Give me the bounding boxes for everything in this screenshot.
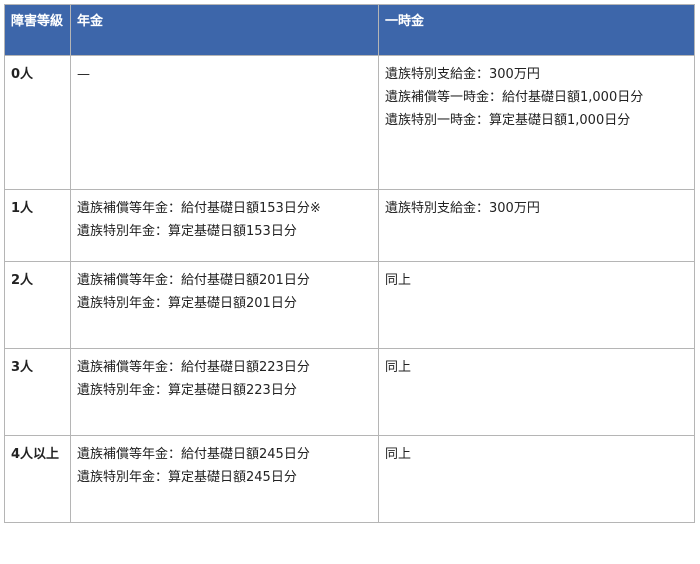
lump-sum-line: 同上 [385, 447, 412, 462]
table-row: 0人 — 遺族特別支給金：300万円 遺族補償等一時金：給付基礎日額1,000日… [4, 55, 695, 190]
table-row: 2人 遺族補償等年金：給付基礎日額201日分 遺族特別年金：算定基礎日額201日… [4, 261, 695, 349]
lump-sum-line: 遺族特別支給金：300万円 [385, 201, 540, 216]
pension-cell: 遺族補償等年金：給付基礎日額153日分※ 遺族特別年金：算定基礎日額153日分 [70, 189, 379, 262]
lump-sum-line: 遺族特別支給金：300万円 [385, 67, 540, 82]
pension-line: 遺族特別年金：算定基礎日額201日分 [77, 296, 297, 311]
table-row: 3人 遺族補償等年金：給付基礎日額223日分 遺族特別年金：算定基礎日額223日… [4, 348, 695, 436]
lump-sum-cell: 遺族特別支給金：300万円 [378, 189, 695, 262]
pension-line: 遺族補償等年金：給付基礎日額245日分 [77, 447, 310, 462]
lump-sum-cell: 同上 [378, 435, 695, 523]
pension-cell: — [70, 55, 379, 190]
grade-cell: 2人 [4, 261, 71, 349]
pension-line: 遺族特別年金：算定基礎日額153日分 [77, 224, 297, 239]
pension-cell: 遺族補償等年金：給付基礎日額245日分 遺族特別年金：算定基礎日額245日分 [70, 435, 379, 523]
lump-sum-cell: 同上 [378, 348, 695, 436]
pension-line: 遺族補償等年金：給付基礎日額223日分 [77, 360, 310, 375]
grade-cell: 0人 [4, 55, 71, 190]
pension-cell: 遺族補償等年金：給付基礎日額223日分 遺族特別年金：算定基礎日額223日分 [70, 348, 379, 436]
lump-sum-cell: 同上 [378, 261, 695, 349]
pension-line: 遺族補償等年金：給付基礎日額153日分※ [77, 201, 321, 216]
lump-sum-line: 遺族特別一時金：算定基礎日額1,000日分 [385, 113, 631, 128]
header-pension: 年金 [70, 4, 379, 56]
lump-sum-line: 同上 [385, 273, 412, 288]
lump-sum-line: 同上 [385, 360, 412, 375]
benefit-table-container: 障害等級 年金 一時金 0人 — 遺族特別支給金：300万円 遺族補償等一時金：… [4, 4, 695, 523]
pension-line: — [77, 67, 90, 82]
table-row: 1人 遺族補償等年金：給付基礎日額153日分※ 遺族特別年金：算定基礎日額153… [4, 189, 695, 262]
grade-cell: 3人 [4, 348, 71, 436]
header-lump-sum: 一時金 [378, 4, 695, 56]
pension-line: 遺族特別年金：算定基礎日額223日分 [77, 383, 297, 398]
grade-cell: 1人 [4, 189, 71, 262]
table-header-row: 障害等級 年金 一時金 [4, 4, 695, 56]
header-grade: 障害等級 [4, 4, 71, 56]
lump-sum-cell: 遺族特別支給金：300万円 遺族補償等一時金：給付基礎日額1,000日分 遺族特… [378, 55, 695, 190]
pension-cell: 遺族補償等年金：給付基礎日額201日分 遺族特別年金：算定基礎日額201日分 [70, 261, 379, 349]
table-row: 4人以上 遺族補償等年金：給付基礎日額245日分 遺族特別年金：算定基礎日額24… [4, 435, 695, 523]
pension-line: 遺族特別年金：算定基礎日額245日分 [77, 470, 297, 485]
pension-line: 遺族補償等年金：給付基礎日額201日分 [77, 273, 310, 288]
lump-sum-line: 遺族補償等一時金：給付基礎日額1,000日分 [385, 90, 644, 105]
benefit-table: 障害等級 年金 一時金 0人 — 遺族特別支給金：300万円 遺族補償等一時金：… [4, 4, 695, 523]
grade-cell: 4人以上 [4, 435, 71, 523]
